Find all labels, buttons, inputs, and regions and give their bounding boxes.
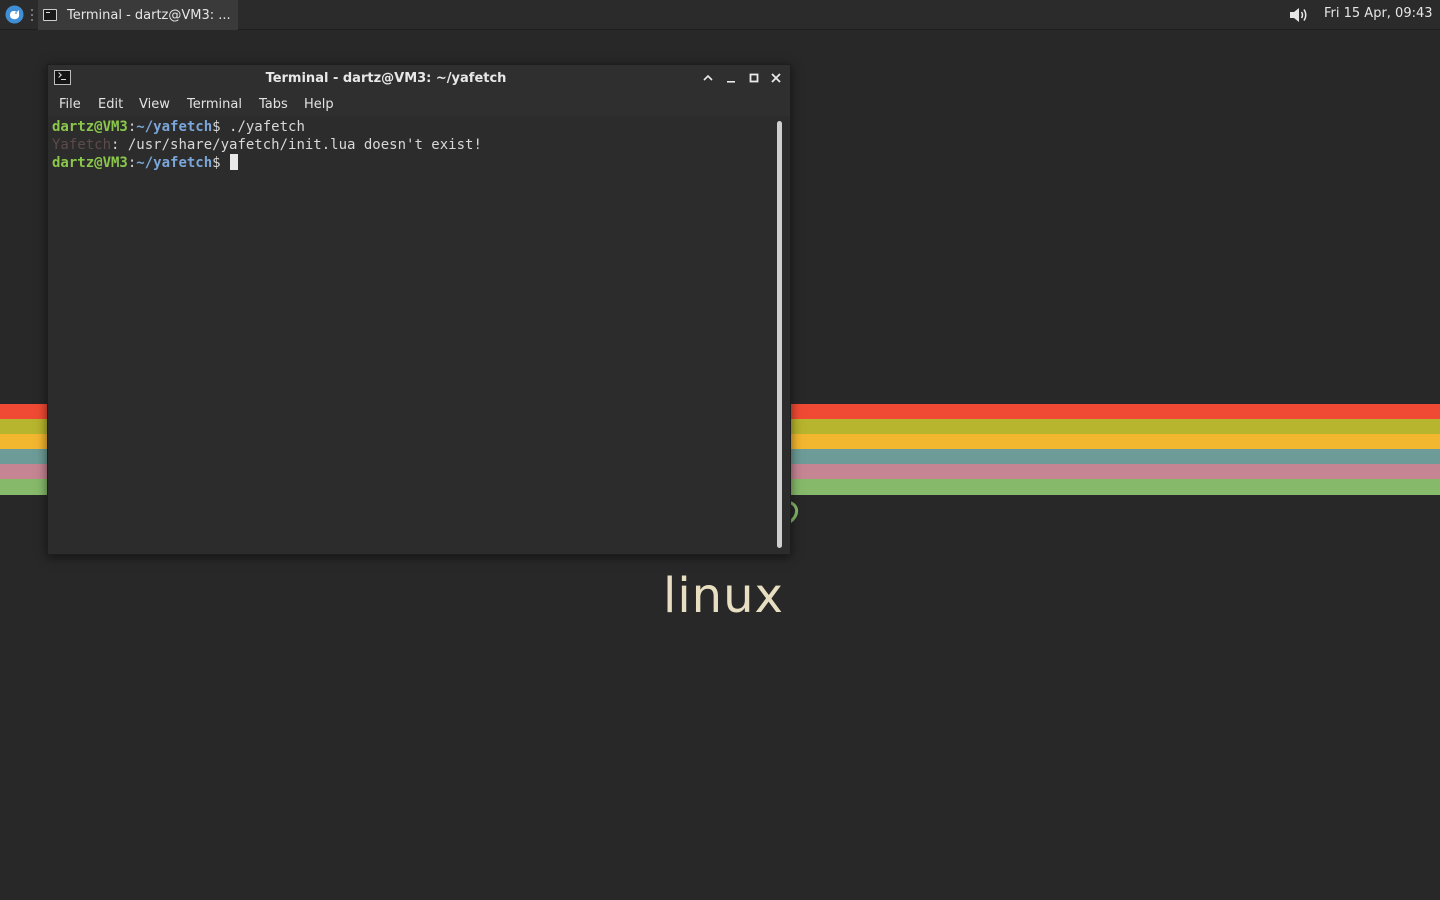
menu-view[interactable]: View: [139, 97, 170, 112]
error-source: Yafetch: [52, 137, 112, 153]
terminal-line: dartz@VM3:~/yafetch$ ./yafetch: [52, 118, 305, 136]
maximize-icon: [749, 73, 759, 83]
close-icon: [771, 73, 781, 83]
taskbar-button-terminal[interactable]: Terminal - dartz@VM3: ...: [38, 0, 238, 30]
prompt-path: ~/yafetch: [136, 155, 213, 171]
menu-tabs[interactable]: Tabs: [259, 97, 288, 112]
top-panel: Terminal - dartz@VM3: ... Fri 15 Apr, 09…: [0, 0, 1440, 30]
command-text: $ ./yafetch: [212, 119, 305, 135]
window-title: Terminal - dartz@VM3: ~/yafetch: [265, 71, 507, 86]
minimize-icon: [727, 81, 735, 83]
prompt-dollar: $: [212, 155, 230, 171]
error-message: : /usr/share/yafetch/init.lua doesn't ex…: [111, 137, 482, 153]
panel-clock[interactable]: Fri 15 Apr, 09:43: [1324, 6, 1433, 21]
prompt-path: ~/yafetch: [136, 119, 213, 135]
text-cursor: [230, 154, 239, 170]
taskbar-button-label: Terminal - dartz@VM3: ...: [67, 7, 231, 23]
terminal-line: dartz@VM3:~/yafetch$: [52, 154, 239, 172]
window-menubar: File Edit View Terminal Tabs Help: [48, 92, 790, 116]
prompt-user: dartz@VM3: [52, 155, 128, 171]
menu-file[interactable]: File: [59, 97, 81, 112]
terminal-scrollbar[interactable]: [777, 121, 782, 548]
terminal-icon: [43, 9, 57, 21]
close-button[interactable]: [768, 70, 784, 86]
menu-help[interactable]: Help: [304, 97, 334, 112]
prompt-user: dartz@VM3: [52, 119, 128, 135]
chevron-up-icon: [703, 74, 713, 81]
terminal-output[interactable]: dartz@VM3:~/yafetch$ ./yafetch Yafetch: …: [48, 116, 790, 554]
wallpaper-logo-text: linux: [663, 568, 784, 624]
maximize-button[interactable]: [746, 70, 762, 86]
minimize-button[interactable]: [723, 70, 739, 86]
menu-terminal[interactable]: Terminal: [187, 97, 242, 112]
shade-button[interactable]: [700, 70, 716, 86]
terminal-window[interactable]: Terminal - dartz@VM3: ~/yafetch File Edi…: [47, 64, 791, 555]
window-titlebar[interactable]: Terminal - dartz@VM3: ~/yafetch: [48, 65, 790, 92]
panel-separator: [31, 9, 34, 21]
volume-icon[interactable]: [1288, 6, 1308, 24]
menu-edit[interactable]: Edit: [98, 97, 123, 112]
terminal-line: Yafetch: /usr/share/yafetch/init.lua doe…: [52, 136, 482, 154]
whisker-menu-icon[interactable]: [5, 5, 24, 24]
